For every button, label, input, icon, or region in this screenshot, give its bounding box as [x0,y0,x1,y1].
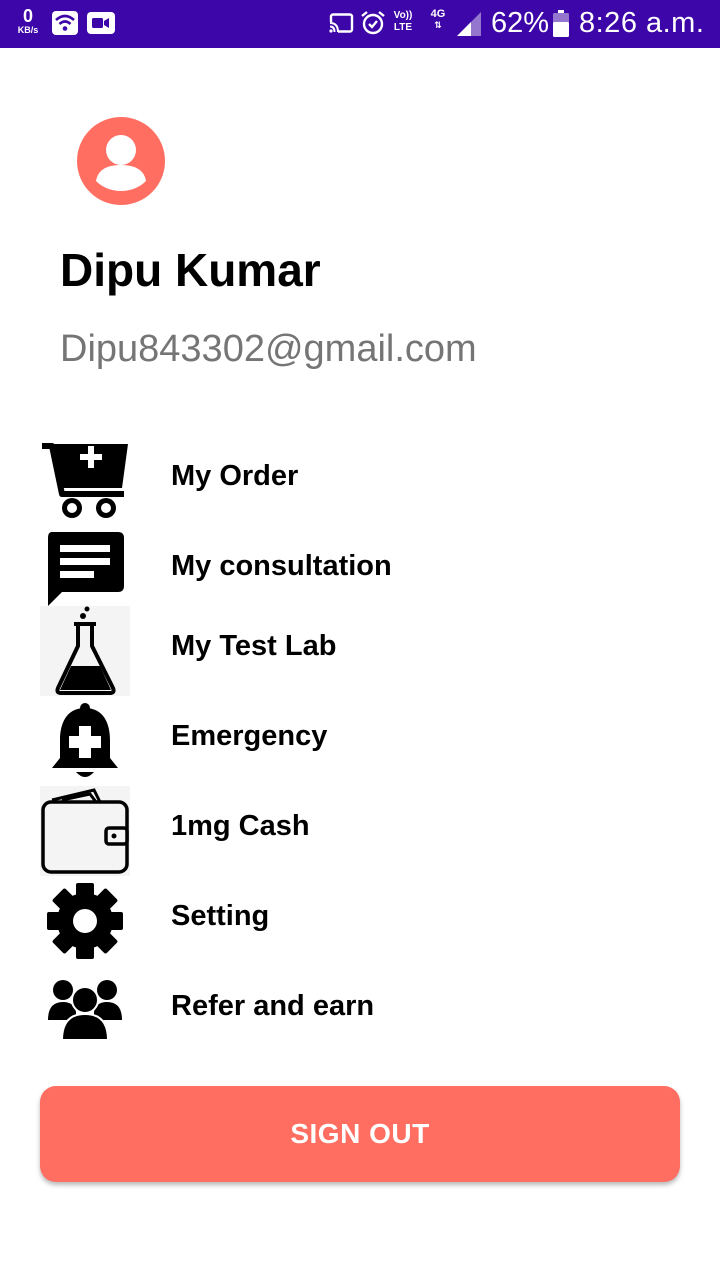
data-arrows-icon: ⇅ [434,20,442,30]
menu-label-setting: Setting [171,900,270,932]
cast-icon [329,13,354,33]
status-bar: 0 KB/s Vo)) LTE 4G ⇅ 62% 8:26 a.m. [0,0,720,48]
menu-label-emergency: Emergency [171,720,328,752]
user-email: Dipu843302@gmail.com [60,328,477,370]
alarm-icon [361,11,385,35]
battery-icon [553,10,569,37]
chat-bubble-icon [48,532,124,606]
sign-out-button[interactable]: SIGN OUT [40,1086,680,1182]
network-type: 4G [430,8,446,20]
menu-item-1mg-cash[interactable]: 1mg Cash [0,786,720,876]
lab-flask-icon [40,606,130,696]
menu-item-my-test-lab[interactable]: My Test Lab [0,606,720,696]
medical-cart-icon [42,443,128,518]
volte-bottom: LTE [393,22,413,33]
menu-label-1mg-cash: 1mg Cash [171,810,310,842]
menu-item-my-order[interactable]: My Order [0,436,720,518]
menu-item-emergency[interactable]: Emergency [0,696,720,777]
profile-screen: 0 KB/s Vo)) LTE 4G ⇅ 62% 8:26 a.m. Dipu … [0,0,720,1280]
network-speed-unit: KB/s [17,25,39,35]
menu-item-setting[interactable]: Setting [0,876,720,959]
clock: 8:26 a.m. [579,7,705,39]
volte-indicator: Vo)) LTE [390,10,416,34]
gear-icon [47,883,123,959]
menu-label-my-order: My Order [171,460,299,492]
signal-icon [457,12,481,36]
network-speed-value: 0 [22,6,33,26]
network-speed: 0 KB/s [13,7,43,35]
volte-top: Vo)) [393,10,413,21]
battery-percent: 62% [491,7,550,39]
menu-label-my-test-lab: My Test Lab [171,630,337,662]
network-type-indicator: 4G ⇅ [429,9,447,31]
group-icon [48,980,122,1041]
menu-item-my-consultation[interactable]: My consultation [0,528,720,608]
account-circle-icon[interactable] [77,117,165,205]
emergency-bell-icon [52,703,118,777]
wallet-icon [40,786,130,876]
menu-item-refer-and-earn[interactable]: Refer and earn [0,966,720,1046]
menu-label-my-consultation: My consultation [171,550,392,582]
menu-label-refer-and-earn: Refer and earn [171,990,375,1022]
video-camera-icon [87,12,115,34]
user-name: Dipu Kumar [60,244,321,296]
wifi-icon [52,11,78,35]
